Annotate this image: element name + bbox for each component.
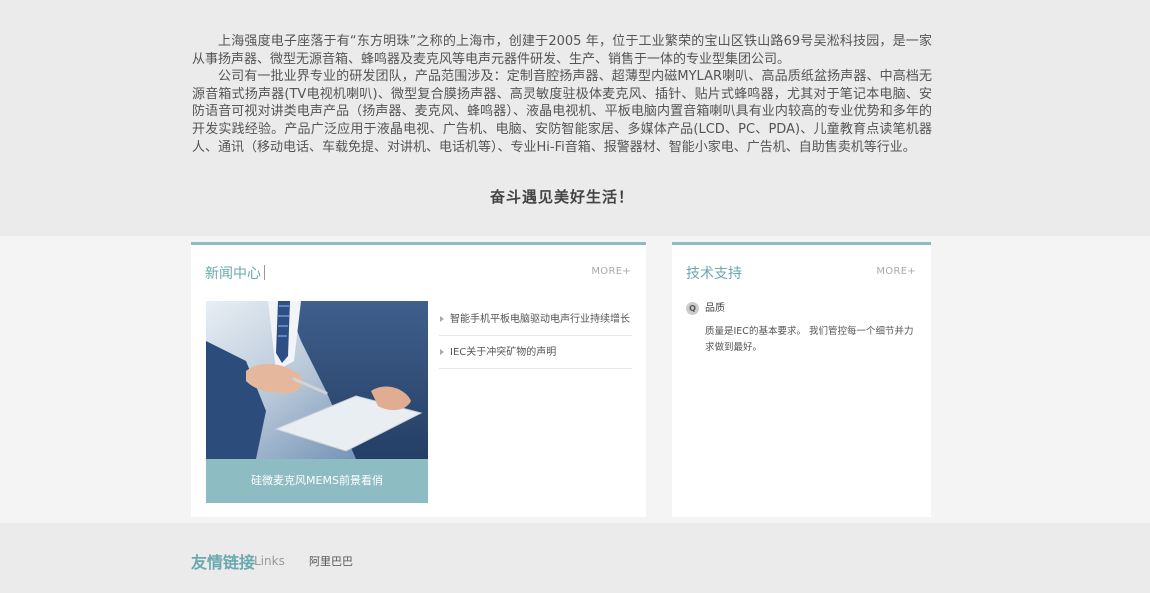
faq-question: Q 品质 [686, 301, 918, 317]
company-intro-section: 上海强度电子座落于有“东方明珠”之称的上海市，创建于2005 年，位于工业繁荣的… [0, 0, 1150, 236]
business-tablet-photo-icon [206, 301, 428, 459]
intro-paragraph-1: 上海强度电子座落于有“东方明珠”之称的上海市，创建于2005 年，位于工业繁荣的… [192, 34, 932, 67]
intro-text-block: 上海强度电子座落于有“东方明珠”之称的上海市，创建于2005 年，位于工业繁荣的… [192, 33, 932, 156]
tech-support-panel: 技术支持 MORE+ Q 品质 质量是IEC的基本要求。 我们管控每一个细节并力… [672, 242, 931, 517]
caret-right-icon [440, 349, 444, 355]
faq-answer: 质量是IEC的基本要求。 我们管控每一个细节并力求做到最好。 [705, 326, 914, 353]
list-item[interactable]: 智能手机平板电脑驱动电声行业持续增长 [439, 303, 632, 336]
intro-paragraph-2: 公司有一批业界专业的研发团队，产品范围涉及：定制音腔扬声器、超薄型内磁MYLAR… [192, 69, 932, 155]
news-item-title: IEC关于冲突矿物的声明 [450, 347, 557, 358]
question-icon: Q [686, 302, 699, 315]
faq-item[interactable]: Q 品质 质量是IEC的基本要求。 我们管控每一个细节并力求做到最好。 [686, 301, 918, 356]
caret-right-icon [440, 316, 444, 322]
friend-links-section: 友情链接 Links 阿里巴巴 [0, 523, 1150, 593]
news-more-link[interactable]: MORE+ [591, 266, 631, 277]
faq-question-text: 品质 [705, 303, 725, 314]
content-section: 新闻中心 MORE+ 硅微麦克风MEMS前景看俏 智能手机平板电脑驱动电声行业持… [0, 236, 1150, 523]
news-list: 智能手机平板电脑驱动电声行业持续增长 IEC关于冲突矿物的声明 [439, 303, 632, 369]
news-center-title: 新闻中心 [205, 266, 261, 282]
friend-links-subtitle: Links [254, 554, 285, 568]
list-item[interactable]: IEC关于冲突矿物的声明 [439, 336, 632, 369]
title-divider [264, 265, 265, 280]
friend-link-alibaba[interactable]: 阿里巴巴 [309, 553, 353, 569]
news-center-panel: 新闻中心 MORE+ 硅微麦克风MEMS前景看俏 智能手机平板电脑驱动电声行业持… [191, 242, 646, 517]
company-slogan: 奋斗遇见美好生活！ [489, 188, 634, 206]
tech-more-link[interactable]: MORE+ [876, 266, 916, 277]
friend-links-title: 友情链接 [191, 553, 256, 572]
tech-support-title: 技术支持 [686, 266, 742, 282]
news-featured-image[interactable] [206, 301, 428, 459]
news-featured-caption[interactable]: 硅微麦克风MEMS前景看俏 [206, 459, 428, 503]
news-item-title: 智能手机平板电脑驱动电声行业持续增长 [450, 314, 630, 325]
